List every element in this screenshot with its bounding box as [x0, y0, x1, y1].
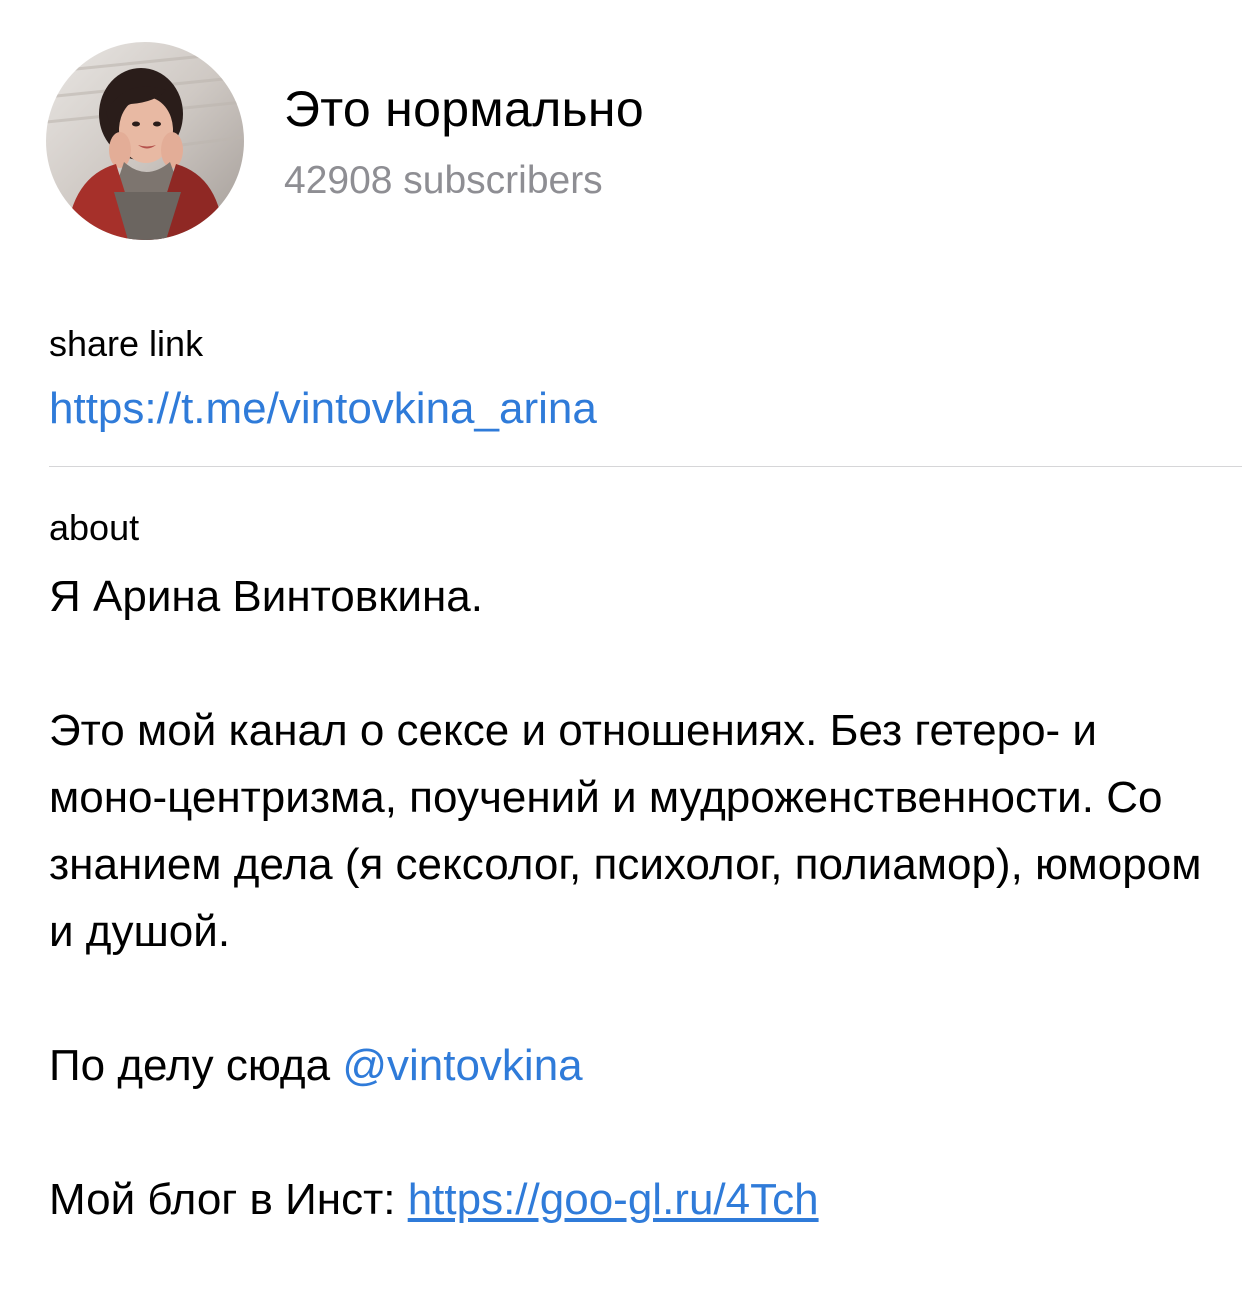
contact-mention-link[interactable]: @vintovkina [342, 1041, 582, 1090]
blog-prefix: Мой блог в Инст: [49, 1175, 408, 1224]
blog-link[interactable]: https://goo-gl.ru/4Tch [408, 1175, 819, 1224]
blog-line: Мой блог в Инст: https://goo-gl.ru/4Tch [49, 1166, 1219, 1233]
avatar-photo-icon [46, 42, 244, 240]
channel-title: Это нормально [284, 81, 644, 137]
about-label: about [49, 507, 140, 548]
share-link-label: share link [49, 323, 204, 364]
channel-avatar[interactable] [46, 42, 244, 240]
subscriber-count: 42908 subscribers [284, 159, 603, 202]
channel-header: Это нормально 42908 subscribers [46, 42, 1196, 240]
divider [49, 466, 1242, 467]
contact-prefix: По делу сюда [49, 1041, 343, 1090]
share-link[interactable]: https://t.me/vintovkina_arina [49, 384, 597, 434]
about-intro: Я Арина Винтовкина. [49, 572, 483, 621]
about-text: Я Арина Винтовкина. Это мой канал о секс… [49, 563, 1219, 1233]
contact-line: По делу сюда @vintovkina [49, 1032, 1219, 1099]
about-description: Это мой канал о сексе и отношениях. Без … [49, 706, 1202, 956]
